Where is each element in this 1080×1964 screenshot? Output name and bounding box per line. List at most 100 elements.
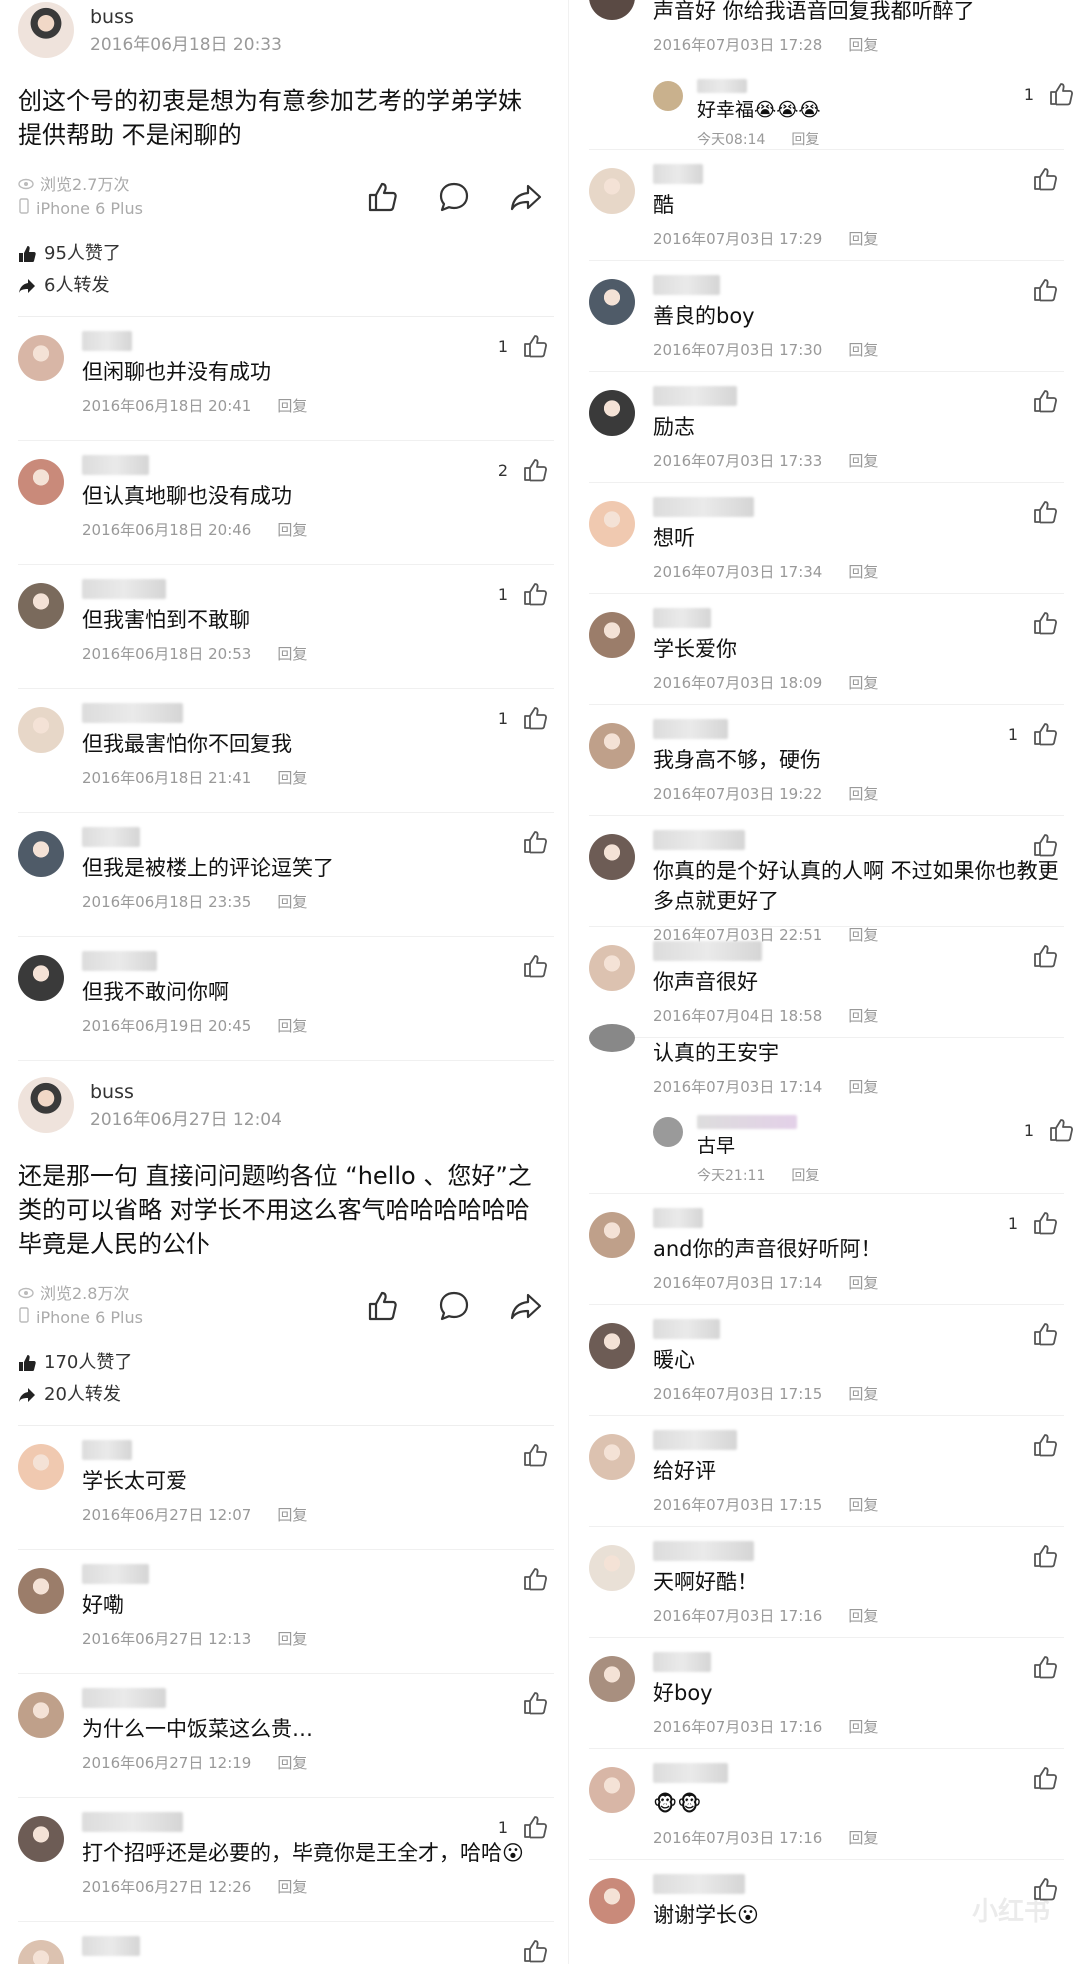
like-control[interactable]: 2: [498, 457, 548, 483]
likes-row[interactable]: 95人赞了: [18, 238, 554, 270]
reply-link[interactable]: 回复: [848, 561, 878, 582]
like-control[interactable]: [1018, 832, 1058, 858]
reply-username-blurred[interactable]: [697, 1115, 797, 1129]
reply-link[interactable]: 回复: [277, 1876, 307, 1897]
avatar[interactable]: [18, 1940, 64, 1964]
comment-username-blurred[interactable]: [82, 951, 157, 971]
comment-username-blurred[interactable]: [653, 275, 720, 295]
comment-username-blurred[interactable]: [653, 1763, 728, 1783]
like-control[interactable]: [1018, 388, 1058, 414]
like-control[interactable]: 1: [498, 333, 548, 359]
reply-link[interactable]: 回复: [848, 1076, 878, 1097]
avatar[interactable]: [589, 1545, 635, 1591]
avatar[interactable]: [589, 1767, 635, 1813]
reply-link[interactable]: 回复: [848, 1005, 878, 1026]
comment-username-blurred[interactable]: [653, 497, 754, 517]
like-button[interactable]: [360, 1284, 404, 1328]
comment-username-blurred[interactable]: [82, 1812, 183, 1832]
like-control[interactable]: 1: [1024, 1117, 1074, 1143]
comment-username-blurred[interactable]: [653, 830, 745, 850]
comment-username-blurred[interactable]: [82, 1936, 140, 1956]
like-control[interactable]: [508, 1690, 548, 1716]
reply-link[interactable]: 回复: [277, 891, 307, 912]
like-control[interactable]: 1: [498, 705, 548, 731]
comment-username-blurred[interactable]: [653, 1652, 711, 1672]
reply-link[interactable]: 回复: [277, 643, 307, 664]
reply-link[interactable]: 回复: [277, 767, 307, 788]
reply-link[interactable]: 回复: [848, 34, 878, 55]
avatar[interactable]: [653, 81, 683, 111]
avatar[interactable]: [589, 501, 635, 547]
comment-button[interactable]: [432, 175, 476, 219]
like-control[interactable]: [1018, 499, 1058, 525]
avatar[interactable]: [589, 390, 635, 436]
reply-link[interactable]: 回复: [848, 228, 878, 249]
like-control[interactable]: [1018, 1543, 1058, 1569]
avatar[interactable]: [18, 1077, 74, 1133]
reply-link[interactable]: 回复: [848, 1605, 878, 1626]
avatar[interactable]: [589, 1024, 635, 1052]
reposts-row[interactable]: 6人转发: [18, 270, 554, 302]
comment-username-blurred[interactable]: [82, 1564, 149, 1584]
comment-username-blurred[interactable]: [82, 579, 166, 599]
like-control[interactable]: 1: [1008, 1210, 1058, 1236]
reply-link[interactable]: 回复: [791, 1165, 819, 1185]
reply-link[interactable]: 回复: [848, 672, 878, 693]
like-control[interactable]: [508, 1938, 548, 1964]
reply-link[interactable]: 回复: [848, 450, 878, 471]
reply-link[interactable]: 回复: [848, 1383, 878, 1404]
avatar[interactable]: [18, 1816, 64, 1862]
avatar[interactable]: [589, 1323, 635, 1369]
reply-link[interactable]: 回复: [848, 1272, 878, 1293]
like-control[interactable]: [1018, 1321, 1058, 1347]
reply-link[interactable]: 回复: [277, 1504, 307, 1525]
avatar[interactable]: [589, 945, 635, 991]
comment-username-blurred[interactable]: [82, 1440, 132, 1460]
reply-link[interactable]: 回复: [277, 1628, 307, 1649]
avatar[interactable]: [18, 955, 64, 1001]
comment-username-blurred[interactable]: [653, 1874, 745, 1894]
like-control[interactable]: [1018, 610, 1058, 636]
comment-username-blurred[interactable]: [82, 455, 149, 475]
avatar[interactable]: [18, 1568, 64, 1614]
avatar[interactable]: [18, 583, 64, 629]
comment-username-blurred[interactable]: [82, 1688, 166, 1708]
like-control[interactable]: 1: [498, 581, 548, 607]
reply-link[interactable]: 回复: [848, 1494, 878, 1515]
comment-username-blurred[interactable]: [653, 386, 737, 406]
avatar[interactable]: [589, 279, 635, 325]
reply-link[interactable]: 回复: [277, 519, 307, 540]
reply-link[interactable]: 回复: [848, 783, 878, 804]
comment-username-blurred[interactable]: [653, 1319, 720, 1339]
reposts-row[interactable]: 20人转发: [18, 1379, 554, 1411]
share-button[interactable]: [504, 175, 548, 219]
comment-username-blurred[interactable]: [653, 1430, 737, 1450]
like-control[interactable]: [508, 829, 548, 855]
avatar[interactable]: [589, 1434, 635, 1480]
avatar[interactable]: [589, 1656, 635, 1702]
like-control[interactable]: 1: [498, 1814, 548, 1840]
avatar[interactable]: [589, 723, 635, 769]
reply-link[interactable]: 回复: [277, 1015, 307, 1036]
like-control[interactable]: [1018, 1654, 1058, 1680]
avatar[interactable]: [653, 1117, 683, 1147]
like-control[interactable]: [1018, 943, 1058, 969]
like-control[interactable]: [508, 1566, 548, 1592]
avatar[interactable]: [589, 1212, 635, 1258]
comment-username-blurred[interactable]: [82, 827, 140, 847]
comment-username-blurred[interactable]: [653, 1208, 703, 1228]
avatar[interactable]: [589, 612, 635, 658]
reply-link[interactable]: 回复: [848, 1827, 878, 1848]
avatar[interactable]: [589, 168, 635, 214]
avatar[interactable]: [18, 707, 64, 753]
like-control[interactable]: [1018, 277, 1058, 303]
like-control[interactable]: [508, 1442, 548, 1468]
like-control[interactable]: [1018, 1765, 1058, 1791]
avatar[interactable]: [18, 831, 64, 877]
comment-username-blurred[interactable]: [653, 164, 703, 184]
likes-row[interactable]: 170人赞了: [18, 1347, 554, 1379]
like-control[interactable]: [1018, 166, 1058, 192]
comment-username-blurred[interactable]: [82, 703, 183, 723]
reply-link[interactable]: 回复: [277, 1752, 307, 1773]
post-author-name[interactable]: buss: [90, 5, 282, 29]
